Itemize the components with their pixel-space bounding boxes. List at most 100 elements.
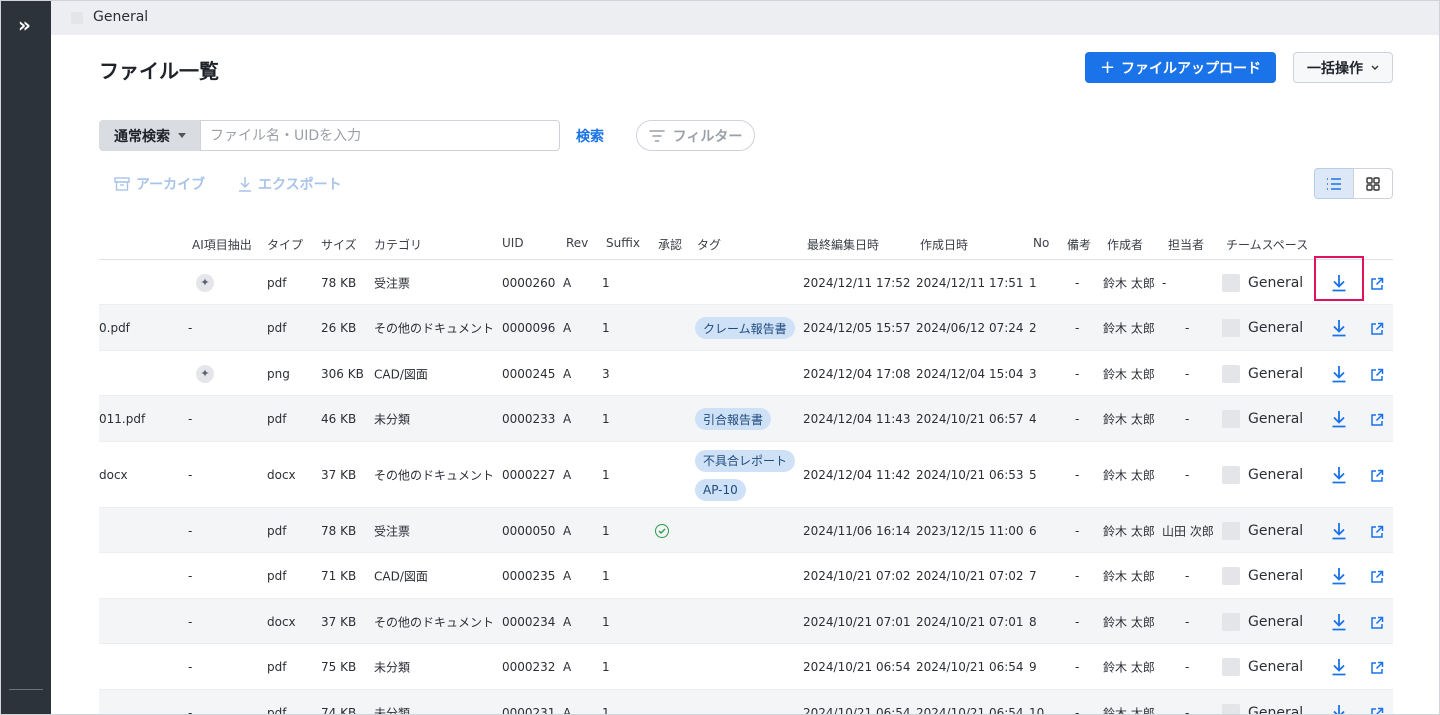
team-space[interactable]: General: [1248, 614, 1303, 630]
table-row[interactable]: - pdf 75 KB 未分類 0000232 A 1 2024/10/21 06:54 202…: [99, 644, 1393, 690]
search-input[interactable]: [200, 120, 560, 151]
table-row[interactable]: - pdf 74 KB 未分類 0000231 A 1 2024/10/21 06:54 202…: [99, 690, 1393, 715]
table-row[interactable]: ✦ pdf 78 KB 受注票 0000260 A 1 2024/12/11 17:52 202…: [99, 260, 1393, 305]
team-space[interactable]: General: [1248, 467, 1303, 483]
team-space[interactable]: General: [1248, 411, 1303, 427]
tag-chip[interactable]: AP-10: [695, 478, 746, 501]
row-number: 6: [1029, 523, 1037, 538]
category: 未分類: [374, 412, 411, 427]
column-header[interactable]: タイプ: [267, 236, 303, 253]
app-window: » General ファイル一覧 + ファイルアップロード 一括操作 通常検索 …: [0, 0, 1440, 715]
team-space[interactable]: General: [1248, 568, 1303, 584]
team-space-icon: [1222, 273, 1240, 292]
team-space-icon: [1222, 364, 1240, 383]
note: -: [1075, 523, 1080, 538]
note: -: [1075, 705, 1080, 715]
ai-extract-icon[interactable]: ✦: [196, 364, 214, 383]
filter-icon: [648, 129, 665, 142]
list-icon: [1327, 177, 1341, 190]
table-row[interactable]: 011.pdf - pdf 46 KB 未分類 0000233 A 1 引合報告書 2024/12…: [99, 396, 1393, 442]
team-space[interactable]: General: [1248, 275, 1303, 291]
column-header[interactable]: Rev: [566, 236, 588, 250]
file-name[interactable]: docx: [99, 468, 128, 482]
created-at: 2024/06/12 07:24: [916, 321, 1024, 335]
table-row[interactable]: ✦ png 306 KB CAD/図面 0000245 A 3 2024/12/04 17:0…: [99, 351, 1393, 396]
column-header[interactable]: 備考: [1067, 236, 1091, 253]
table-row[interactable]: 0.pdf - pdf 26 KB その他のドキュメント 0000096 A 1 クレーム報告書…: [99, 305, 1393, 351]
search-mode-select[interactable]: 通常検索: [99, 120, 201, 151]
open-external-icon[interactable]: [1370, 706, 1384, 714]
open-external-icon[interactable]: [1370, 615, 1384, 629]
export-button[interactable]: エクスポート: [238, 174, 342, 194]
tag-chip[interactable]: 引合報告書: [695, 408, 772, 430]
open-external-icon[interactable]: [1370, 660, 1384, 674]
team-space[interactable]: General: [1248, 366, 1303, 382]
download-icon[interactable]: [1331, 522, 1347, 540]
archive-button[interactable]: アーカイブ: [114, 174, 205, 194]
download-icon[interactable]: [1331, 704, 1347, 714]
tag-chip[interactable]: クレーム報告書: [695, 317, 795, 339]
expand-sidebar-icon[interactable]: »: [18, 13, 31, 37]
open-external-icon[interactable]: [1370, 367, 1384, 381]
bulk-label: 一括操作: [1307, 60, 1363, 77]
column-header[interactable]: カテゴリ: [374, 236, 422, 253]
team-space[interactable]: General: [1248, 320, 1303, 336]
download-icon[interactable]: [1331, 410, 1347, 428]
file-name[interactable]: 011.pdf: [99, 412, 145, 426]
upload-file-button[interactable]: + ファイルアップロード: [1085, 52, 1276, 83]
assignee: -: [1185, 468, 1190, 482]
download-icon[interactable]: [1331, 466, 1347, 484]
grid-view-toggle[interactable]: [1353, 168, 1393, 199]
open-external-icon[interactable]: [1370, 468, 1384, 482]
workspace-name[interactable]: General: [93, 9, 148, 25]
author: 鈴木 太郎: [1103, 468, 1155, 483]
column-header[interactable]: サイズ: [321, 236, 357, 253]
download-icon[interactable]: [1331, 567, 1347, 585]
created-at: 2024/10/21 06:54: [916, 660, 1024, 674]
column-header[interactable]: 作成日時: [920, 236, 968, 253]
row-number: 2: [1029, 321, 1037, 335]
ai-extract-cell: -: [188, 569, 193, 583]
upload-label: ファイルアップロード: [1121, 60, 1262, 77]
download-icon[interactable]: [1331, 365, 1347, 383]
file-type: docx: [267, 468, 296, 482]
column-header[interactable]: AI項目抽出: [192, 236, 252, 253]
open-external-icon[interactable]: [1370, 412, 1384, 426]
download-icon[interactable]: [1331, 274, 1347, 292]
column-header[interactable]: 承認: [658, 236, 682, 253]
download-icon[interactable]: [1331, 613, 1347, 631]
table-row[interactable]: - pdf 78 KB 受注票 0000050 A 1 2024/11/06 16:14 202…: [99, 508, 1393, 553]
column-header[interactable]: 担当者: [1168, 236, 1204, 253]
tag-chip[interactable]: 不具合レポート: [695, 449, 796, 472]
ai-extract-cell: -: [188, 660, 193, 674]
last-edited: 2024/10/21 06:54: [803, 705, 911, 715]
open-external-icon[interactable]: [1370, 569, 1384, 583]
ai-extract-icon[interactable]: ✦: [196, 273, 214, 292]
team-space[interactable]: General: [1248, 705, 1303, 715]
column-header[interactable]: UID: [502, 236, 524, 250]
list-view-toggle[interactable]: [1314, 168, 1354, 199]
open-external-icon[interactable]: [1370, 524, 1384, 538]
created-at: 2024/12/04 15:04: [916, 366, 1024, 381]
team-space[interactable]: General: [1248, 523, 1303, 539]
column-header[interactable]: 最終編集日時: [807, 236, 879, 253]
table-row[interactable]: - docx 37 KB その他のドキュメント 0000234 A 1 2024/10/21 …: [99, 599, 1393, 644]
column-header[interactable]: No: [1033, 236, 1049, 250]
file-name[interactable]: 0.pdf: [99, 321, 130, 335]
open-external-icon[interactable]: [1370, 321, 1384, 335]
column-header[interactable]: チームスペース: [1226, 236, 1308, 253]
bulk-action-button[interactable]: 一括操作: [1293, 52, 1393, 83]
open-external-icon[interactable]: [1370, 276, 1384, 290]
revision: A: [563, 275, 572, 290]
team-space[interactable]: General: [1248, 659, 1303, 675]
search-button[interactable]: 検索: [576, 126, 604, 146]
column-header[interactable]: タグ: [697, 236, 721, 253]
column-header[interactable]: 作成者: [1107, 236, 1143, 253]
table-row[interactable]: - pdf 71 KB CAD/図面 0000235 A 1 2024/10/21 07:02…: [99, 553, 1393, 599]
table-row[interactable]: docx - docx 37 KB その他のドキュメント 0000227 A 1 不具合レポート…: [99, 442, 1393, 508]
download-icon[interactable]: [1331, 658, 1347, 676]
download-icon[interactable]: [1331, 319, 1347, 337]
note: -: [1075, 569, 1080, 583]
filter-button[interactable]: フィルター: [636, 120, 755, 151]
column-header[interactable]: Suffix: [606, 236, 640, 250]
